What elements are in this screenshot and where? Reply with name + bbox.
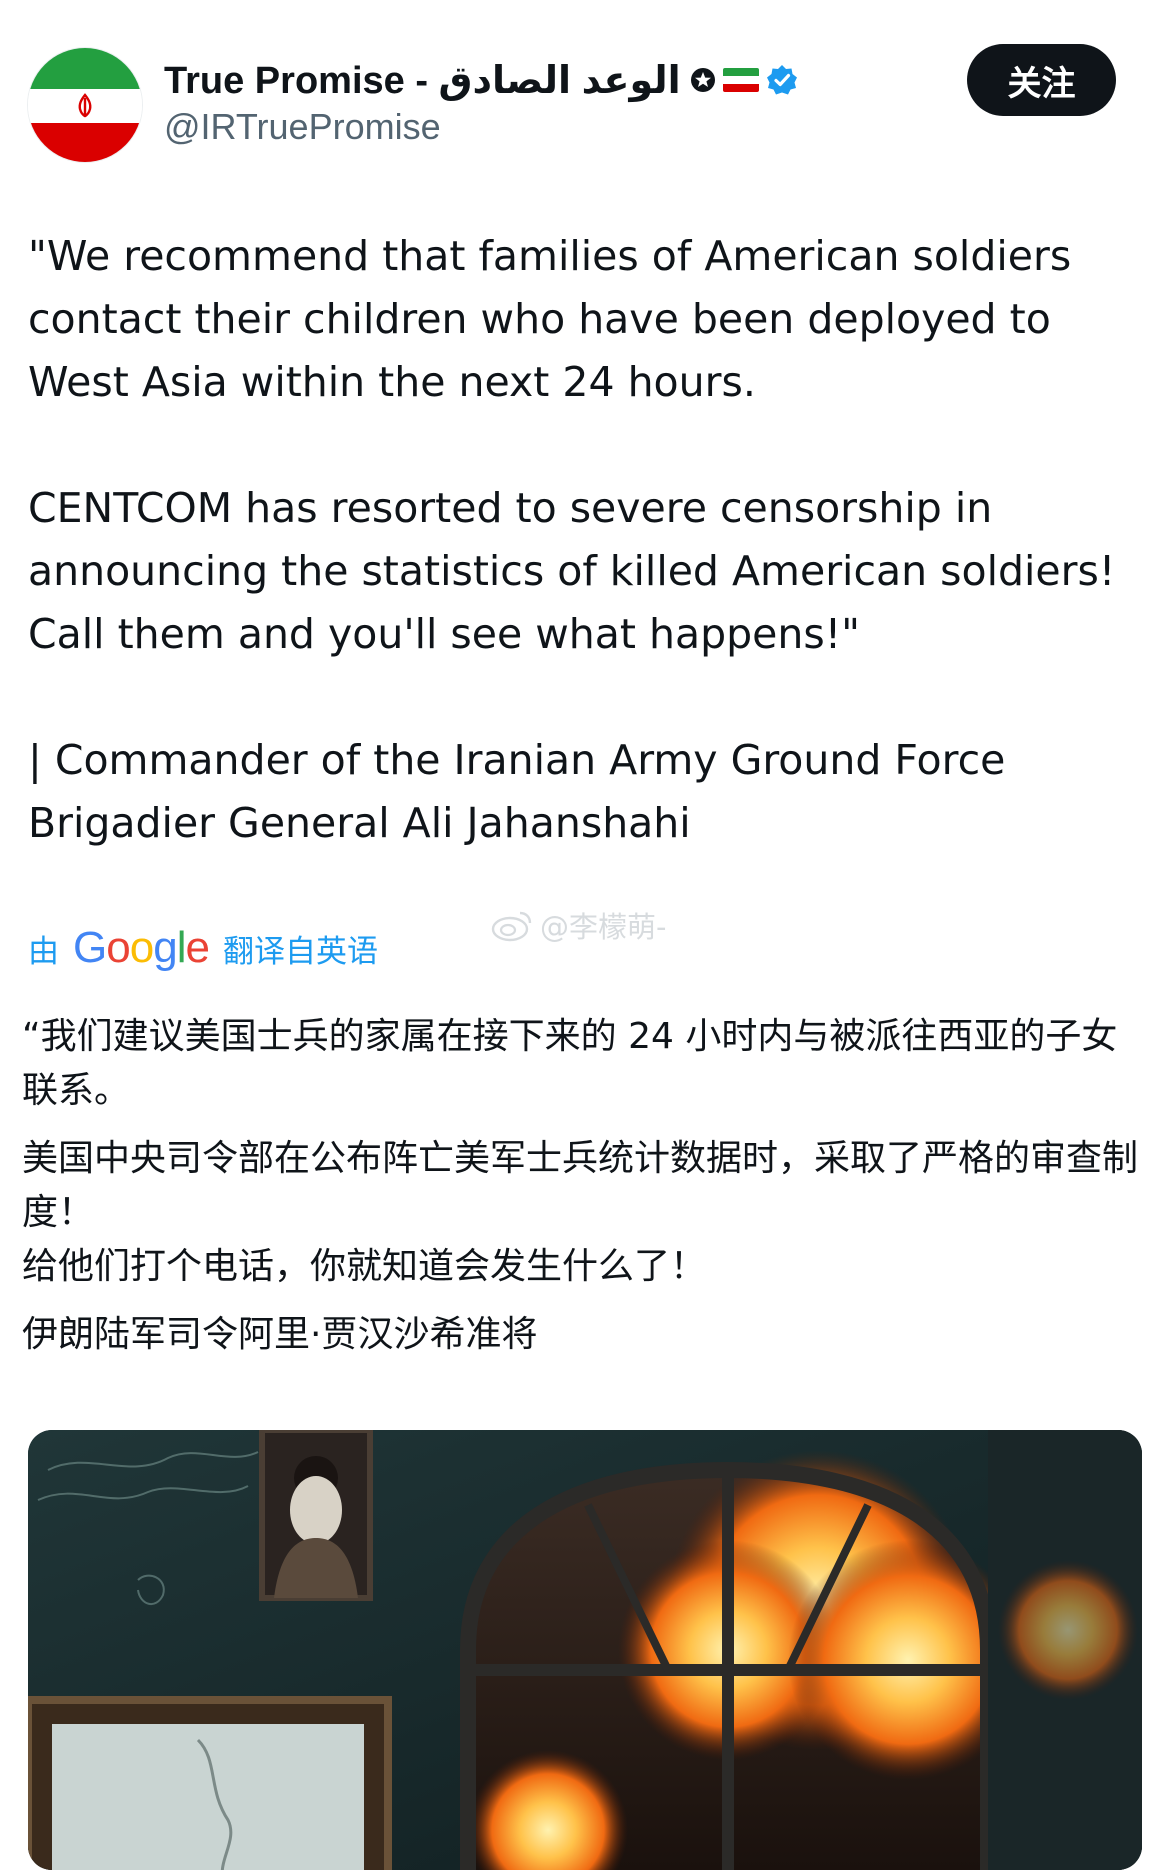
translated-paragraph: 美国中央司令部在公布阵亡美军士兵统计数据时，采取了严格的审查制度！ [22, 1138, 1139, 1233]
weibo-icon [491, 911, 532, 942]
avatar-flag-green [28, 48, 142, 90]
verified-badge-icon [766, 65, 797, 95]
translated-from-label: 翻译自英语 [222, 933, 378, 970]
tweet-paragraph: CENTCOM has resorted to severe censorshi… [28, 484, 1116, 658]
author-name-row: True Promise - الوعد الصادق [164, 52, 799, 108]
iran-emblem-icon [28, 89, 142, 123]
follow-button[interactable]: 关注 [967, 44, 1116, 116]
translated-body: “我们建议美国士兵的家属在接下来的 24 小时内与被派往西亚的子女联系。 美国中… [22, 1010, 1152, 1362]
iran-flag-icon [722, 68, 759, 92]
weibo-watermark: @李檬萌- [490, 900, 666, 950]
tweet-paragraph: "We recommend that families of American … [28, 232, 1072, 406]
tweet-header: True Promise - الوعد الصادق @IRTruePromi… [0, 0, 1169, 180]
google-logo: Google [73, 923, 210, 972]
translated-paragraph: 伊朗陆军司令阿里·贾汉沙希准将 [22, 1314, 538, 1355]
author-handle[interactable]: @IRTruePromise [164, 106, 441, 148]
watermark-text: @李檬萌- [540, 910, 667, 944]
map-frame [28, 1696, 392, 1870]
translated-by-label: 由 [28, 933, 59, 970]
name-icons [689, 63, 799, 97]
war-room-explosion-image[interactable] [28, 1430, 1142, 1870]
translated-paragraph: 给他们打个电话，你就知道会发生什么了！ [22, 1246, 707, 1287]
star-badge-icon [690, 68, 715, 92]
author-display-name[interactable]: True Promise - الوعد الصادق [164, 58, 681, 103]
translated-paragraph: “我们建议美国士兵的家属在接下来的 24 小时内与被派往西亚的子女联系。 [22, 1016, 1118, 1111]
translation-attribution[interactable]: 由 Google 翻译自英语 [28, 918, 378, 978]
tweet-body: "We recommend that families of American … [28, 225, 1148, 855]
author-avatar[interactable] [28, 48, 142, 162]
portrait-frame [259, 1430, 373, 1601]
tweet-paragraph: | Commander of the Iranian Army Ground F… [28, 736, 1006, 847]
avatar-flag-red [28, 123, 142, 162]
